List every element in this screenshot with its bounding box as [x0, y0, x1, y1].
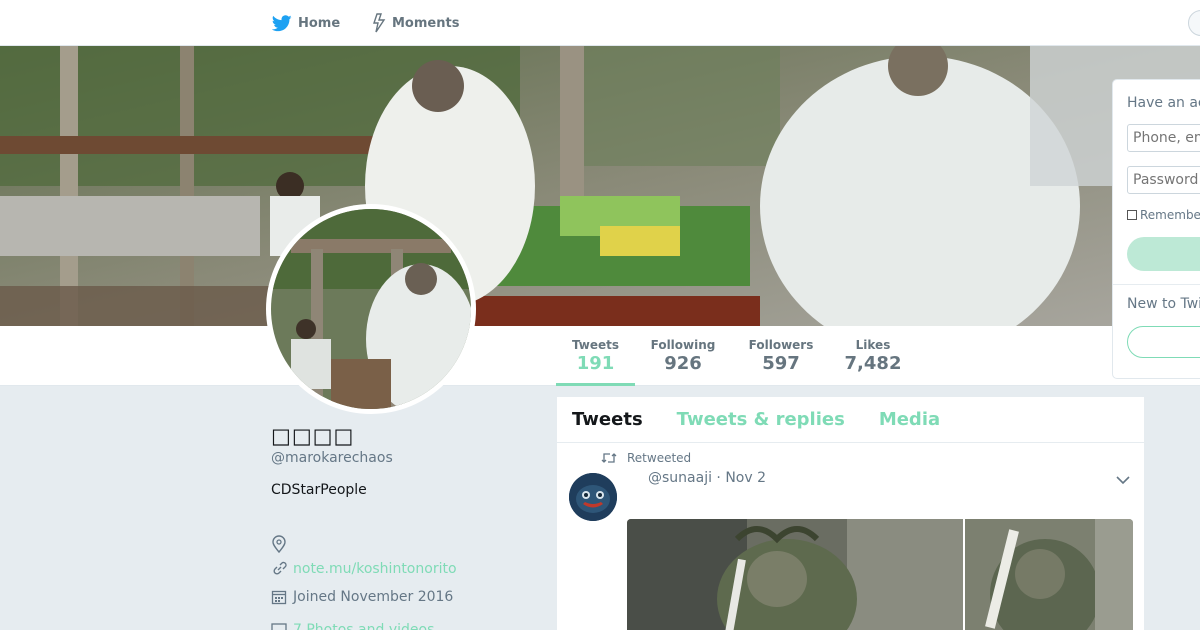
login-button[interactable] [1127, 237, 1200, 271]
password-input[interactable] [1127, 166, 1200, 194]
profile-avatar[interactable] [266, 204, 476, 414]
stat-following-label: Following [650, 338, 716, 352]
nav-moments-label: Moments [392, 15, 460, 31]
profile-location [271, 535, 287, 553]
lightning-icon [373, 13, 386, 33]
tweet-actions-menu[interactable] [1113, 471, 1133, 489]
profile-url: note.mu/koshintonorito [271, 561, 457, 577]
user-menu-button[interactable] [1188, 10, 1200, 36]
signup-button[interactable] [1127, 326, 1200, 358]
profile-joined: Joined November 2016 [271, 589, 453, 605]
retweet-icon [601, 453, 617, 463]
timeline-tabs: Tweets Tweets & replies Media [557, 397, 1144, 443]
stat-tweets-value: 191 [576, 353, 615, 374]
remember-me-checkbox[interactable] [1127, 210, 1137, 220]
tweet-author-avatar[interactable] [569, 473, 617, 521]
retweet-context: Retweeted [601, 451, 691, 465]
username-input[interactable] [1127, 124, 1200, 152]
signup-prompt: New to Twitter? [1127, 296, 1200, 312]
tab-tweets[interactable]: Tweets [572, 409, 643, 430]
tweet-media[interactable] [627, 519, 1133, 630]
profile-bio: CDStarPeople [271, 482, 367, 498]
stat-likes[interactable]: Likes 7,482 [838, 326, 908, 386]
calendar-icon [271, 590, 287, 605]
profile-stats-bar: Tweets 191 Following 926 Followers 597 L… [0, 326, 1200, 386]
top-navigation: Home Moments [0, 0, 1200, 46]
remember-me-label: Remember me [1140, 208, 1200, 222]
photo-icon [271, 623, 287, 630]
profile-photos-link[interactable]: 7 Photos and videos [271, 622, 434, 630]
stat-tweets[interactable]: Tweets 191 [556, 326, 635, 386]
profile-joined-text: Joined November 2016 [293, 589, 454, 605]
login-heading: Have an account? [1127, 95, 1200, 111]
tweet-photo-2[interactable] [965, 519, 1133, 630]
nav-moments[interactable]: Moments [372, 12, 459, 34]
location-icon [272, 535, 286, 553]
profile-banner [0, 46, 1200, 326]
tab-tweets-replies[interactable]: Tweets & replies [677, 409, 845, 430]
profile-display-name: □□□□ [271, 424, 355, 448]
timeline: Tweets Tweets & replies Media Retweeted … [557, 397, 1144, 630]
tweet-header[interactable]: @sunaaji · Nov 2 [648, 470, 766, 486]
remember-me[interactable]: Remember me [1127, 208, 1200, 222]
stat-tweets-label: Tweets [571, 338, 620, 352]
stat-following[interactable]: Following 926 [642, 326, 724, 386]
login-divider [1113, 284, 1200, 285]
stat-followers-label: Followers [748, 338, 814, 352]
chevron-down-icon [1116, 476, 1130, 485]
stat-likes-label: Likes [855, 338, 891, 352]
profile-url-link[interactable]: note.mu/koshintonorito [293, 561, 457, 577]
stat-followers[interactable]: Followers 597 [742, 326, 820, 386]
stat-likes-value: 7,482 [844, 353, 902, 374]
stat-following-value: 926 [664, 353, 702, 374]
login-card: Have an account? Remember me New to Twit… [1112, 79, 1200, 379]
profile-handle[interactable]: @marokarechaos [271, 450, 393, 466]
tweet-photo-1[interactable] [627, 519, 963, 630]
nav-home-label: Home [298, 15, 341, 31]
twitter-bird-icon [272, 14, 292, 31]
tab-media[interactable]: Media [879, 409, 940, 430]
stat-followers-value: 597 [762, 353, 800, 374]
profile-photos-text: 7 Photos and videos [293, 622, 435, 630]
nav-home[interactable]: Home [272, 12, 340, 34]
link-icon [273, 561, 287, 575]
retweet-context-text: Retweeted [627, 451, 692, 465]
